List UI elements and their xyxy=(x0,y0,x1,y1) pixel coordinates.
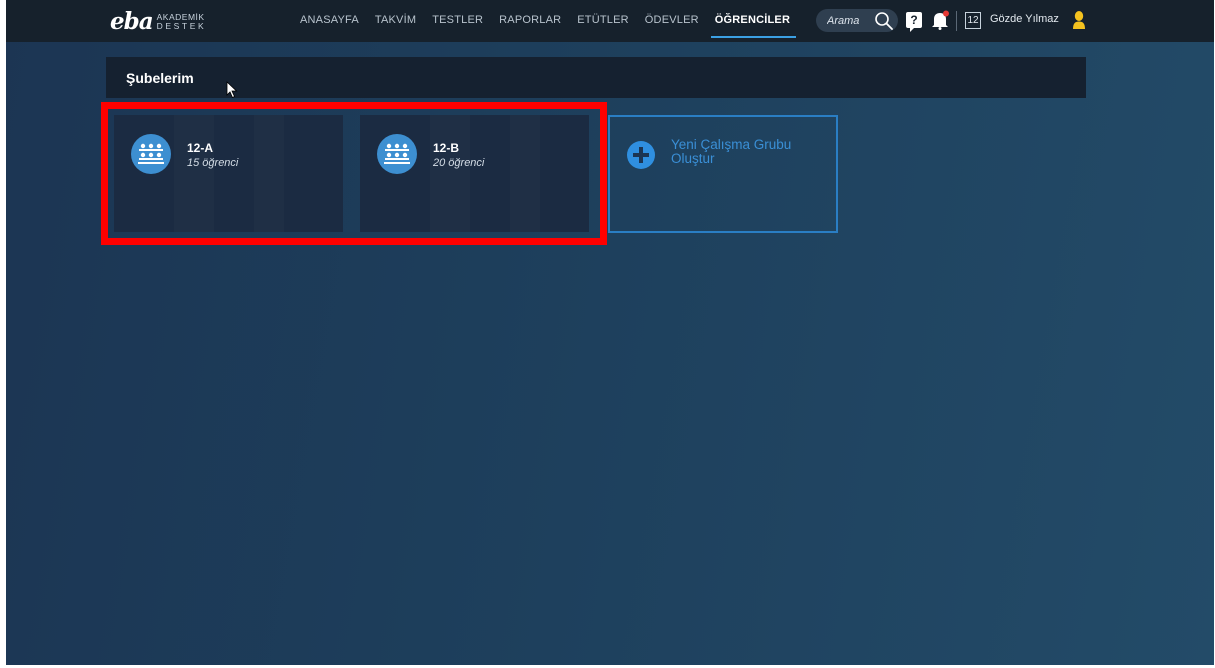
help-icon[interactable]: ? xyxy=(906,12,922,32)
mouse-cursor-icon xyxy=(226,81,238,99)
logo-subtitle: AKADEMİK DESTEK xyxy=(157,13,207,31)
logo-subtitle-line2: DESTEK xyxy=(156,21,207,31)
app-window: eba AKADEMİK DESTEK ANASAYFA TAKVİM TEST… xyxy=(6,0,1214,665)
search-input[interactable] xyxy=(827,14,879,27)
class-badge[interactable]: 12 xyxy=(965,12,981,29)
header-divider xyxy=(956,11,957,31)
eba-logo[interactable]: eba AKADEMİK DESTEK xyxy=(110,10,206,34)
group-name: 12-B xyxy=(433,141,460,155)
create-study-group-label: Yeni Çalışma Grubu Oluştur xyxy=(671,137,792,166)
group-student-count: 20 öğrenci xyxy=(433,157,485,169)
nav-item-ogrenciler[interactable]: ÖĞRENCİLER xyxy=(710,0,797,42)
card-stripe xyxy=(174,115,214,232)
group-card-12b[interactable]: 12-B 20 öğrenci xyxy=(360,115,589,232)
nav-item-odevler[interactable]: ÖDEVLER xyxy=(645,0,699,42)
user-name[interactable]: Gözde Yılmaz xyxy=(990,13,1059,25)
nav-item-takvim[interactable]: TAKVİM xyxy=(375,0,416,42)
card-stripe xyxy=(430,115,470,232)
card-stripe xyxy=(510,115,540,232)
user-icon[interactable] xyxy=(1072,10,1086,30)
nav-item-anasayfa[interactable]: ANASAYFA xyxy=(300,0,359,42)
group-icon xyxy=(131,134,171,174)
group-name: 12-A xyxy=(187,141,214,155)
search-icon[interactable] xyxy=(874,11,894,31)
section-title: Şubelerim xyxy=(126,70,194,86)
nav-item-etutler[interactable]: ETÜTLER xyxy=(577,0,629,42)
group-icon xyxy=(377,134,417,174)
nav-item-testler[interactable]: TESTLER xyxy=(432,0,483,42)
card-stripe xyxy=(254,115,284,232)
section-header: Şubelerim xyxy=(106,57,1086,98)
group-card-12a[interactable]: 12-A 15 öğrenci xyxy=(114,115,343,232)
bell-icon[interactable] xyxy=(931,10,949,30)
logo-wordmark: eba xyxy=(110,8,154,35)
nav-item-raporlar[interactable]: RAPORLAR xyxy=(499,0,561,42)
plus-icon xyxy=(627,141,655,169)
create-study-group-button[interactable]: Yeni Çalışma Grubu Oluştur xyxy=(608,115,838,233)
search-box xyxy=(816,9,898,32)
group-student-count: 15 öğrenci xyxy=(187,157,239,169)
top-navigation-bar: eba AKADEMİK DESTEK ANASAYFA TAKVİM TEST… xyxy=(6,0,1214,42)
main-nav: ANASAYFA TAKVİM TESTLER RAPORLAR ETÜTLER… xyxy=(300,0,806,42)
